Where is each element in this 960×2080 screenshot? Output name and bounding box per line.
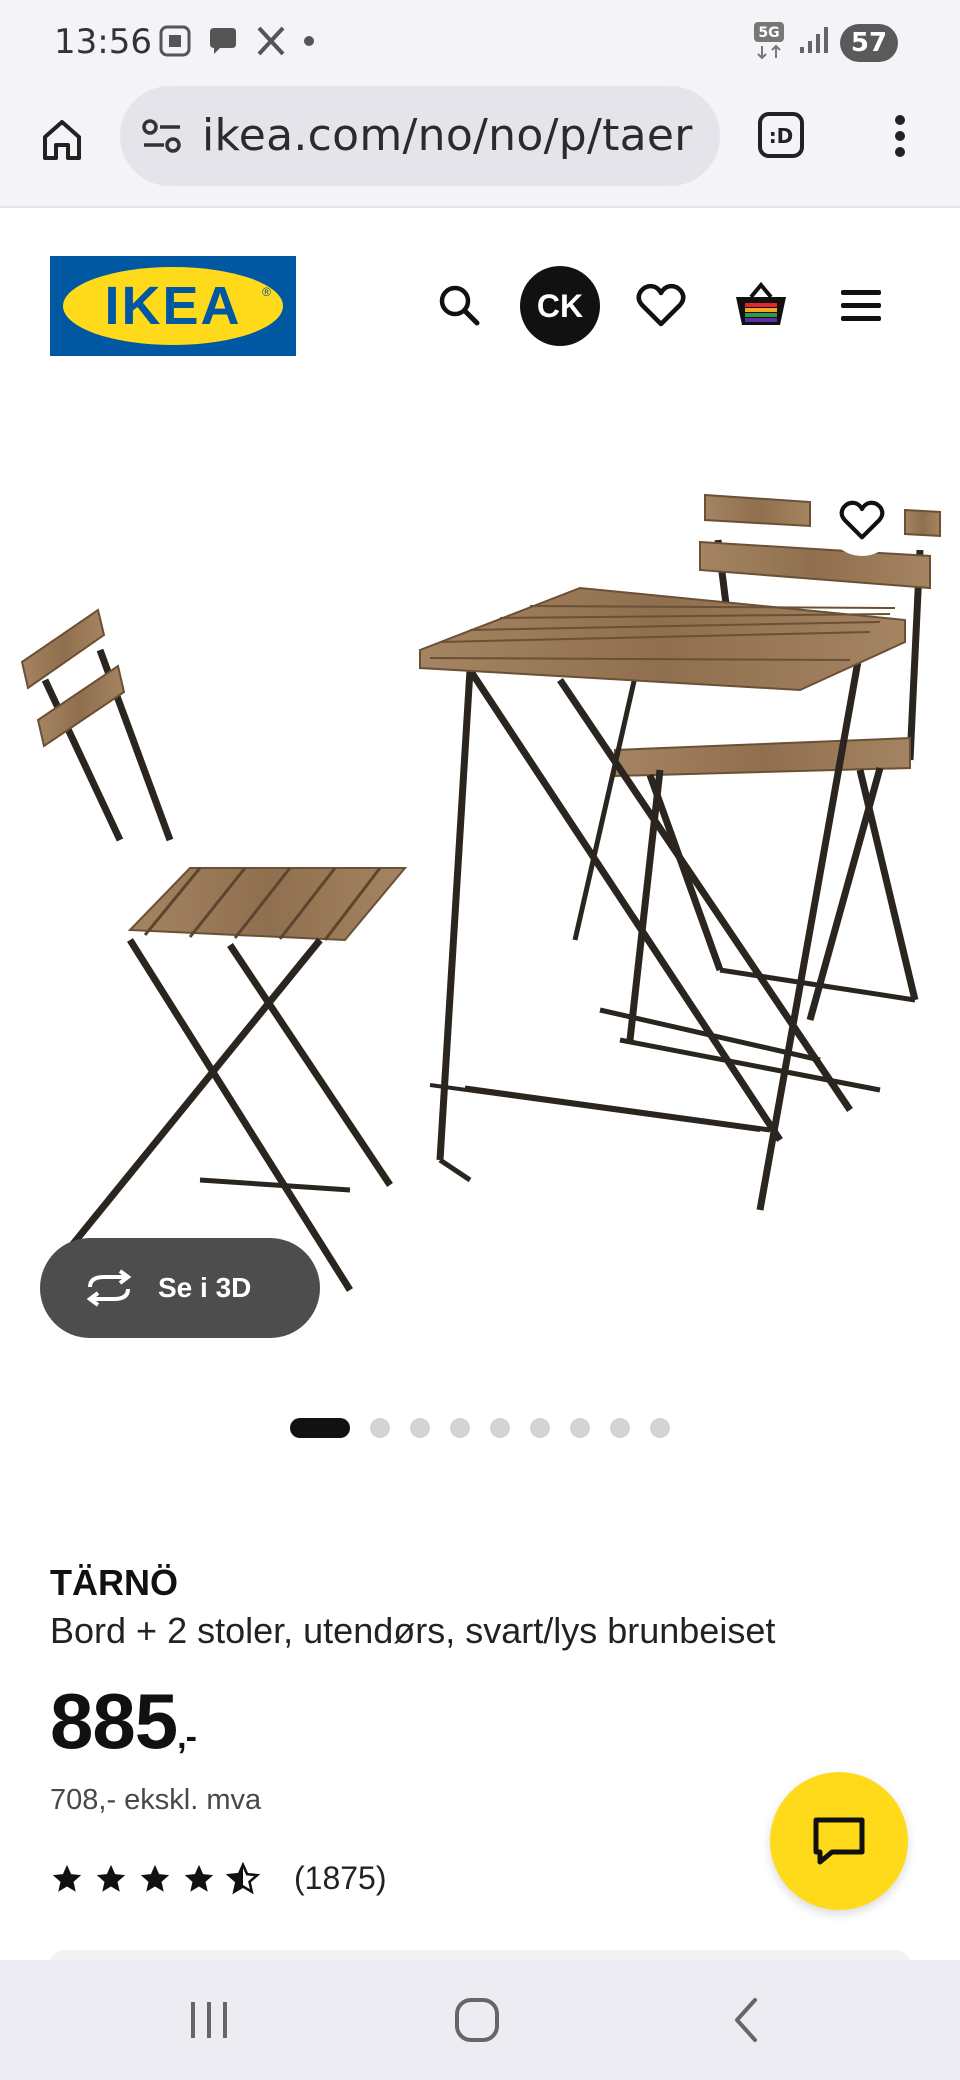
ikea-logo[interactable]: IKEA ® bbox=[50, 256, 296, 356]
browser-toolbar: ikea.com/no/no/p/taer :D bbox=[0, 80, 960, 208]
rotate-3d-icon bbox=[86, 1269, 132, 1307]
recent-apps-button[interactable] bbox=[174, 1990, 244, 2050]
home-button[interactable] bbox=[30, 108, 94, 172]
svg-text::D: :D bbox=[769, 124, 794, 148]
carousel-dot[interactable] bbox=[530, 1418, 550, 1438]
avatar[interactable]: CK bbox=[520, 266, 600, 346]
product-name: TÄRNÖ bbox=[50, 1562, 178, 1603]
star-icon bbox=[96, 1864, 126, 1892]
search-icon bbox=[439, 285, 480, 326]
view-3d-label: Se i 3D bbox=[158, 1272, 252, 1303]
product-price: 885,- bbox=[50, 1676, 197, 1767]
product-rating[interactable]: (1875) bbox=[50, 1860, 387, 1897]
rating-stars bbox=[50, 1861, 260, 1896]
carousel-dot[interactable] bbox=[490, 1418, 510, 1438]
star-icon bbox=[140, 1864, 170, 1892]
carousel-dot[interactable] bbox=[610, 1418, 630, 1438]
heart-icon bbox=[839, 500, 885, 540]
url-text: ikea.com/no/no/p/taer bbox=[202, 110, 693, 161]
carousel-dot[interactable] bbox=[290, 1418, 350, 1438]
screen-capture-icon bbox=[158, 24, 192, 63]
network-5g-icon: 5G bbox=[752, 20, 786, 65]
carousel-dot[interactable] bbox=[370, 1418, 390, 1438]
price-excl-vat: 708,- ekskl. mva bbox=[50, 1784, 262, 1816]
battery-icon: 57 bbox=[840, 23, 898, 62]
product-description: Bord + 2 stoler, utendørs, svart/lys bru… bbox=[50, 1610, 776, 1651]
address-bar[interactable]: ikea.com/no/no/p/taer bbox=[120, 86, 720, 186]
system-nav-bar bbox=[0, 1960, 960, 2080]
wishlist-button[interactable] bbox=[626, 270, 696, 340]
logo-text: IKEA bbox=[104, 276, 242, 336]
hamburger-icon bbox=[841, 290, 881, 321]
status-time: 13:56 bbox=[54, 22, 152, 62]
basket-button[interactable] bbox=[726, 270, 796, 340]
heart-icon bbox=[636, 283, 686, 327]
review-count[interactable]: (1875) bbox=[294, 1860, 387, 1897]
more-vert-icon bbox=[895, 115, 905, 157]
home-nav-button[interactable] bbox=[442, 1990, 512, 2050]
dot-icon bbox=[302, 34, 316, 53]
tab-switcher-button[interactable]: :D bbox=[756, 110, 806, 160]
chat-icon bbox=[813, 1817, 865, 1865]
search-button[interactable] bbox=[424, 270, 494, 340]
recent-apps-icon bbox=[191, 2002, 227, 2038]
tab-switcher-icon: :D bbox=[758, 112, 804, 158]
signal-icon bbox=[796, 23, 830, 62]
notification-icons bbox=[158, 24, 316, 63]
product-image[interactable] bbox=[0, 420, 960, 1340]
back-icon bbox=[735, 1998, 757, 2042]
carousel-dot[interactable] bbox=[410, 1418, 430, 1438]
tune-icon[interactable] bbox=[140, 116, 184, 161]
chat-button[interactable] bbox=[770, 1772, 908, 1910]
carousel-dot[interactable] bbox=[570, 1418, 590, 1438]
star-icon bbox=[184, 1864, 214, 1892]
half-star-icon bbox=[226, 1861, 260, 1894]
basket-icon bbox=[736, 281, 786, 325]
view-3d-button[interactable]: Se i 3D bbox=[40, 1238, 320, 1338]
carousel-dot[interactable] bbox=[450, 1418, 470, 1438]
system-icons: 5G 57 bbox=[752, 20, 898, 65]
front-chair bbox=[20, 608, 408, 1292]
star-icon bbox=[52, 1864, 82, 1892]
back-button[interactable] bbox=[712, 1990, 782, 2050]
chat-bubble-icon bbox=[206, 24, 240, 63]
x-logo-icon bbox=[254, 24, 288, 63]
price-value: 885 bbox=[50, 1677, 178, 1765]
menu-button[interactable] bbox=[826, 270, 896, 340]
home-circle-icon bbox=[455, 1998, 499, 2042]
table bbox=[419, 586, 906, 1211]
add-to-favorites-button[interactable] bbox=[826, 484, 898, 556]
overflow-menu-button[interactable] bbox=[880, 106, 920, 166]
home-icon bbox=[43, 120, 81, 160]
carousel-indicator[interactable] bbox=[290, 1418, 670, 1438]
price-suffix: ,- bbox=[177, 1718, 197, 1756]
carousel-dot[interactable] bbox=[650, 1418, 670, 1438]
svg-text:5G: 5G bbox=[758, 25, 779, 41]
status-bar: 13:56 5G 57 bbox=[0, 0, 960, 80]
